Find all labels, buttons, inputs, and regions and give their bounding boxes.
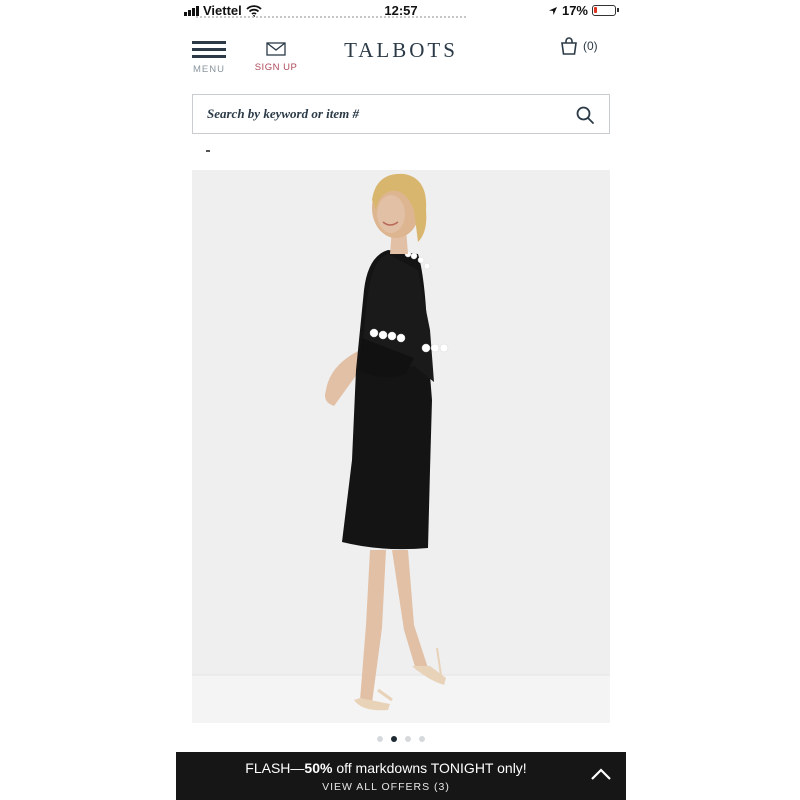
chevron-up-icon[interactable] [590,766,612,782]
view-offers-label: VIEW ALL OFFERS [322,781,431,793]
status-bar: Viettel 12:57 17% [176,0,626,22]
search-icon[interactable] [575,105,595,125]
offer-suffix: off markdowns TONIGHT only! [332,760,527,776]
bag-count: (0) [583,39,598,53]
envelope-icon [266,42,286,56]
carousel-dot[interactable] [391,736,397,742]
model-photo [192,170,610,723]
carousel-dot[interactable] [419,736,425,742]
phone-screen: Viettel 12:57 17% MENU SIGN UP TALBOTS (… [176,0,626,800]
offer-count: (3) [434,781,450,793]
battery-percent: 17% [561,3,588,18]
offer-headline: FLASH—50% off markdowns TONIGHT only! [176,760,596,776]
hamburger-icon [192,40,226,58]
product-image[interactable] [192,170,610,723]
divider-mark [206,150,210,152]
carousel-dot[interactable] [377,736,383,742]
search-input[interactable] [193,95,573,133]
battery-icon [592,5,619,16]
overlay-ghost-text [196,16,466,20]
status-right: 17% [548,3,619,18]
offer-prefix: FLASH— [245,760,305,776]
shopping-bag-icon [561,37,577,55]
signup-label: SIGN UP [254,62,298,73]
shopping-bag-button[interactable]: (0) [559,36,598,56]
menu-label: MENU [193,64,225,75]
location-arrow-icon [548,6,557,15]
carousel-dots [176,736,626,742]
signup-button[interactable]: SIGN UP [252,42,300,73]
view-all-offers-link[interactable]: VIEW ALL OFFERS (3) [176,781,596,793]
carousel-dot[interactable] [405,736,411,742]
offer-bar[interactable]: FLASH—50% off markdowns TONIGHT only! VI… [176,752,626,800]
offer-highlight: 50% [304,760,333,776]
menu-button[interactable]: MENU [190,40,228,75]
search-box [192,94,610,134]
brand-logo[interactable]: TALBOTS [316,38,486,63]
site-header: MENU SIGN UP TALBOTS (0) [176,30,626,80]
